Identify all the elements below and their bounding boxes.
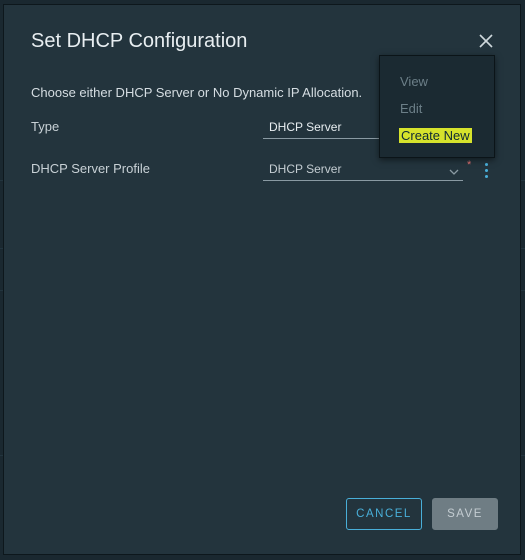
dialog-instructions: Choose either DHCP Server or No Dynamic … — [31, 85, 363, 100]
kebab-menu-icon[interactable] — [481, 161, 491, 181]
required-indicator: * — [467, 159, 472, 171]
save-button[interactable]: SAVE — [432, 498, 498, 530]
type-value: DHCP Server — [269, 120, 342, 134]
type-label: Type — [31, 119, 60, 134]
chevron-down-icon — [449, 163, 459, 181]
cancel-button[interactable]: CANCEL — [346, 498, 422, 530]
dhcp-server-profile-label: DHCP Server Profile — [31, 161, 150, 176]
dhcp-server-profile-select[interactable]: DHCP Server — [263, 157, 463, 181]
dhcp-config-dialog: Set DHCP Configuration Choose either DHC… — [3, 4, 521, 555]
dialog-title: Set DHCP Configuration — [31, 30, 248, 52]
menu-item-create-new[interactable]: Create New — [399, 128, 472, 143]
menu-item-view[interactable]: View — [400, 74, 428, 89]
dhcp-server-profile-value: DHCP Server — [269, 162, 342, 176]
menu-item-edit[interactable]: Edit — [400, 101, 422, 116]
close-icon[interactable] — [477, 32, 495, 50]
profile-actions-menu: View Edit Create New — [379, 55, 495, 158]
